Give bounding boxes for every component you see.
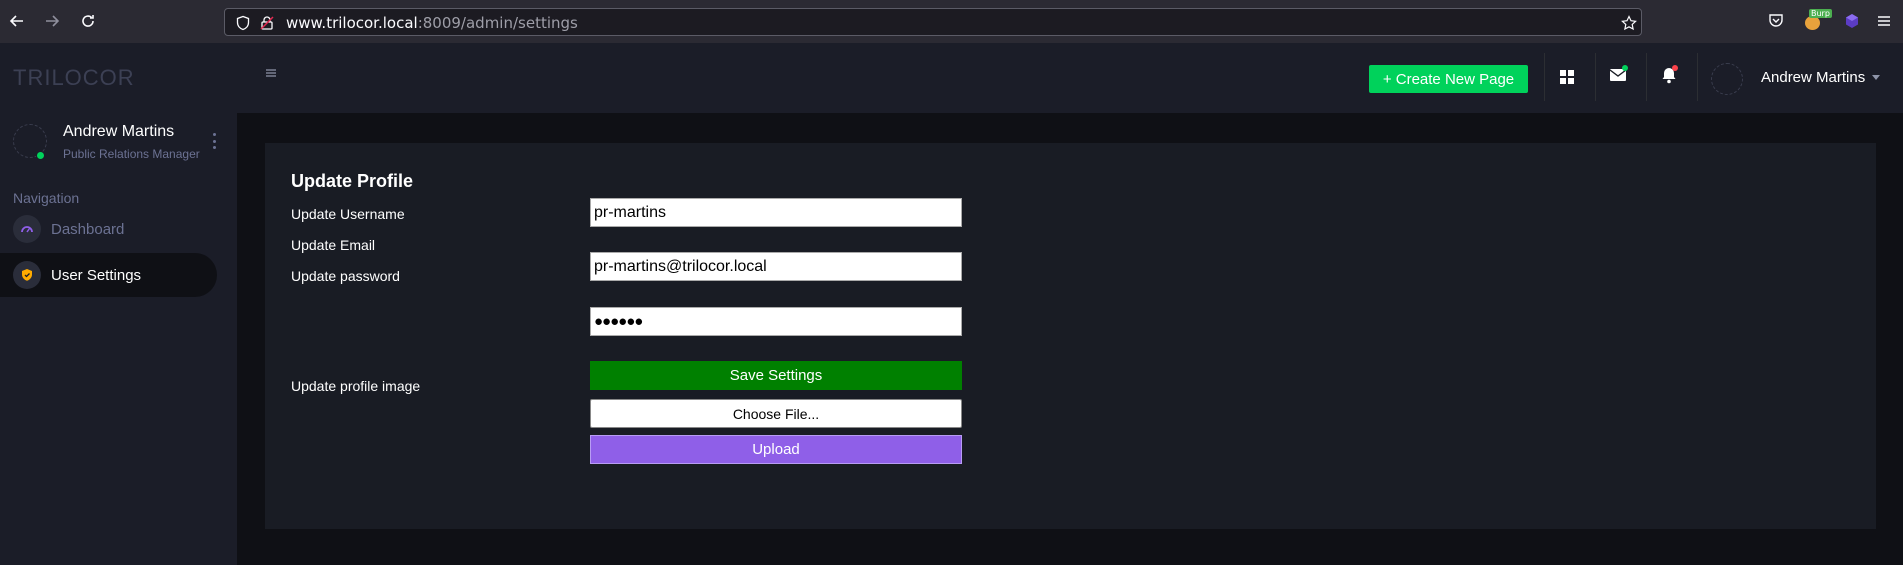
grid-apps-icon[interactable] [1557,67,1577,87]
back-arrow-icon[interactable] [7,11,27,31]
url-host: www.trilocor.local [286,14,418,32]
save-settings-button[interactable]: Save Settings [590,361,962,390]
chevron-down-icon[interactable] [1872,75,1880,80]
update-profile-card: Update Profile Update Username Update Em… [265,143,1876,529]
divider [1595,53,1596,101]
password-label: Update password [291,268,400,284]
hamburger-menu-icon[interactable] [1875,12,1893,30]
profile-menu-icon[interactable] [209,131,219,151]
profile-name: Andrew Martins [63,123,175,140]
choose-file-button[interactable]: Choose File... [590,399,962,428]
profile-role: Public Relations Manager [63,147,200,161]
divider [1646,53,1647,101]
sidebar-item-dashboard[interactable]: Dashboard [0,207,217,251]
user-menu-name[interactable]: Andrew Martins [1761,69,1865,86]
divider [1544,53,1545,101]
message-indicator [1622,65,1628,71]
username-input[interactable] [590,198,962,227]
messages-icon[interactable] [1609,65,1629,85]
bookmark-star-icon[interactable] [1621,15,1637,31]
create-new-page-button[interactable]: + Create New Page [1369,65,1528,93]
reload-icon[interactable] [78,11,98,31]
shield-icon[interactable] [235,15,251,31]
card-title: Update Profile [291,171,414,191]
url-bar[interactable]: www.trilocor.local:8009/admin/settings [224,8,1642,36]
burp-badge: Burp [1809,9,1832,18]
bell-icon[interactable] [1661,65,1681,85]
url-path: :8009/admin/settings [417,14,578,32]
password-input[interactable] [590,307,962,336]
email-input[interactable] [590,252,962,281]
profile-image-label: Update profile image [291,378,421,394]
sidebar: TRILOCOR Andrew Martins Public Relations… [0,43,237,565]
sidebar-item-label: User Settings [51,266,142,284]
divider [1697,53,1698,101]
sidebar-toggle-icon[interactable] [265,67,281,81]
pocket-icon[interactable] [1767,12,1785,30]
burp-extension-icon[interactable]: Burp [1803,9,1832,31]
sidebar-item-label: Dashboard [51,220,125,238]
brand-logo[interactable]: TRILOCOR [13,65,135,91]
notification-indicator [1672,65,1678,71]
browser-toolbar: www.trilocor.local:8009/admin/settings B… [0,0,1903,43]
email-label: Update Email [291,237,376,253]
username-label: Update Username [291,206,405,222]
top-navbar: + Create New Page Andrew Martins [237,43,1903,113]
extension-cube-icon[interactable] [1843,12,1861,30]
shield-icon [13,261,41,289]
nav-heading: Navigation [13,190,80,206]
url-text[interactable]: www.trilocor.local:8009/admin/settings [286,14,578,32]
insecure-lock-icon[interactable] [259,15,275,31]
main-content: Update Profile Update Username Update Em… [237,113,1903,565]
upload-button[interactable]: Upload [590,435,962,464]
forward-arrow-icon[interactable] [42,11,62,31]
speedometer-icon [13,215,41,243]
sidebar-item-user-settings[interactable]: User Settings [0,253,217,297]
online-status-dot [36,151,45,160]
user-avatar[interactable] [1711,63,1743,95]
